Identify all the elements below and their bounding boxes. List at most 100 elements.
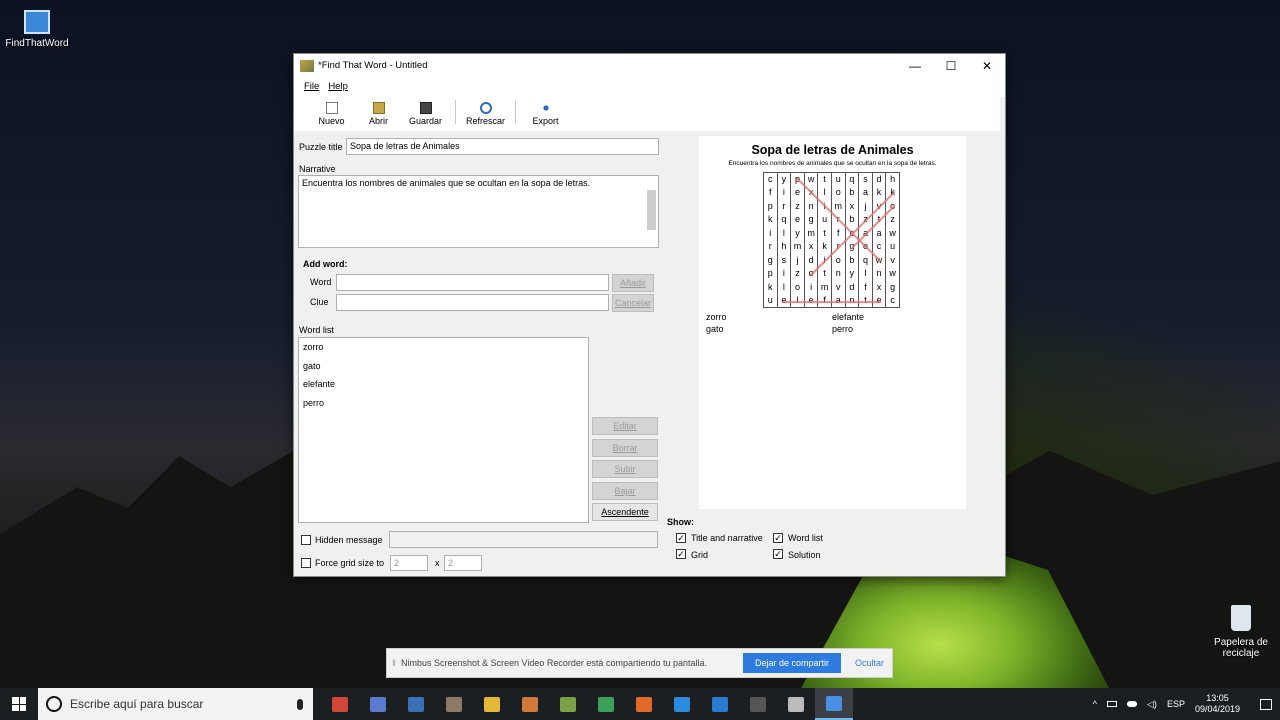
word-input[interactable]	[336, 274, 609, 291]
taskbar-app-glyph	[750, 696, 766, 712]
abrir-button[interactable]: Abrir	[355, 102, 402, 126]
taskbar-app-glyph	[522, 696, 538, 712]
solution-checkbox[interactable]: ✓	[773, 549, 783, 559]
word-list-item[interactable]: perro	[303, 398, 584, 417]
clue-input[interactable]	[336, 294, 609, 311]
clock-date: 09/04/2019	[1194, 704, 1240, 714]
app-icon-4[interactable]	[435, 688, 473, 720]
ascendente-button[interactable]: Ascendente	[592, 503, 658, 521]
nuevo-button[interactable]: Nuevo	[308, 102, 355, 126]
hidden-message-input[interactable]	[389, 531, 658, 548]
export-label: Export	[532, 116, 559, 126]
app-icon-7[interactable]	[549, 688, 587, 720]
firefox-icon[interactable]	[625, 688, 663, 720]
new-file-icon	[325, 102, 338, 114]
drag-handle-icon[interactable]: ‖	[387, 658, 401, 668]
language-indicator[interactable]: ESP	[1167, 699, 1185, 709]
add-word-label: Add word:	[303, 259, 348, 269]
taskbar-app-glyph	[484, 696, 500, 712]
export-icon	[539, 102, 552, 114]
taskbar-search[interactable]: Escribe aquí para buscar	[38, 688, 313, 720]
grid-width-spinner[interactable]: 2	[390, 555, 428, 571]
file-explorer-icon[interactable]	[473, 688, 511, 720]
title-narrative-checkbox[interactable]: ✓	[676, 533, 686, 543]
puzzle-title-input[interactable]: Sopa de letras de Animales	[346, 138, 659, 155]
narrative-label: Narrative	[299, 164, 336, 174]
word-list-item[interactable]: gato	[303, 361, 584, 380]
grid-checkbox[interactable]: ✓	[676, 549, 686, 559]
app-icon-1[interactable]	[321, 688, 359, 720]
word-list-item[interactable]: elefante	[303, 379, 584, 398]
grid-times-label: x	[435, 558, 440, 568]
notifications-icon[interactable]	[1260, 698, 1272, 710]
narrative-textarea[interactable]: Encuentra los nombres de animales que se…	[298, 175, 659, 248]
open-folder-icon	[372, 102, 385, 114]
start-button[interactable]	[0, 688, 38, 720]
editar-button[interactable]: Editar	[592, 417, 658, 435]
guardar-label: Guardar	[408, 116, 443, 126]
narrative-scrollbar[interactable]	[647, 190, 656, 230]
grid-height-spinner[interactable]: 2	[444, 555, 482, 571]
taskbar-app-glyph	[332, 696, 348, 712]
force-grid-checkbox[interactable]	[301, 558, 311, 568]
battery-icon[interactable]	[1107, 701, 1118, 707]
taskbar-app-glyph	[674, 696, 690, 712]
minimize-button[interactable]: —	[897, 54, 933, 77]
share-notification: ‖ Nimbus Screenshot & Screen Video Recor…	[386, 648, 893, 678]
preview-words-col1: zorro gato	[706, 311, 727, 335]
preview-title: Sopa de letras de Animales	[751, 143, 914, 157]
solution-lines	[782, 177, 896, 304]
menu-file[interactable]: File	[304, 81, 319, 92]
app-icon-6[interactable]	[511, 688, 549, 720]
guardar-button[interactable]: Guardar	[402, 102, 449, 126]
hide-notification-button[interactable]: Ocultar	[847, 658, 892, 668]
recycle-bin-icon	[1231, 605, 1251, 631]
word-list-label: Word list	[299, 325, 334, 335]
microphone-icon[interactable]	[297, 698, 303, 710]
clock[interactable]: 13:05 09/04/2019	[1195, 693, 1240, 715]
cancelar-button[interactable]: Cancelar	[612, 294, 654, 312]
grid-show-label: Grid	[691, 550, 709, 560]
app-icon-12[interactable]	[739, 688, 777, 720]
borrar-button[interactable]: Borrar	[592, 439, 658, 457]
gamepad-icon[interactable]	[777, 688, 815, 720]
app-icon-2[interactable]	[359, 688, 397, 720]
refrescar-button[interactable]: Refrescar	[462, 102, 509, 126]
app-icon-11[interactable]	[701, 688, 739, 720]
findthatword-taskbar-icon[interactable]	[815, 688, 853, 720]
chrome-icon[interactable]	[587, 688, 625, 720]
taskbar-app-glyph	[370, 696, 386, 712]
clue-label: Clue	[310, 297, 329, 307]
close-button[interactable]: ✕	[969, 54, 1005, 77]
hidden-message-checkbox[interactable]	[301, 535, 311, 545]
toolbar-separator	[515, 99, 516, 124]
onedrive-icon[interactable]	[1127, 701, 1138, 707]
taskbar: Escribe aquí para buscar ^ ◁) ESP 13:05 0…	[0, 688, 1280, 720]
anadir-button[interactable]: Añadir	[612, 274, 654, 292]
menu-help[interactable]: Help	[328, 81, 348, 92]
volume-icon[interactable]: ◁)	[1147, 699, 1157, 710]
nuevo-label: Nuevo	[318, 116, 345, 126]
stop-sharing-button[interactable]: Dejar de compartir	[742, 653, 841, 673]
app-icon-3[interactable]	[397, 688, 435, 720]
maximize-button[interactable]: ☐	[933, 54, 969, 77]
search-placeholder: Escribe aquí para buscar	[70, 697, 204, 711]
word-list[interactable]: zorro gato elefante perro	[298, 337, 589, 523]
export-button[interactable]: Export	[522, 102, 569, 126]
subir-button[interactable]: Subir	[592, 460, 658, 478]
bajar-button[interactable]: Bajar	[592, 482, 658, 500]
app-icon-10[interactable]	[663, 688, 701, 720]
desktop-icon-recycle-bin[interactable]: Papelera de reciclaje	[1208, 605, 1274, 659]
system-tray: ^ ◁) ESP 13:05 09/04/2019	[1093, 693, 1280, 715]
word-list-checkbox[interactable]: ✓	[773, 533, 783, 543]
force-grid-label: Force grid size to	[315, 558, 385, 568]
word-label: Word	[310, 277, 332, 287]
hidden-message-label: Hidden message	[315, 535, 383, 545]
word-list-item[interactable]: zorro	[303, 342, 584, 361]
desktop-icon-findthatword[interactable]: FindThatWord	[4, 10, 70, 49]
title-bar[interactable]: *Find That Word - Untitled — ☐ ✕	[294, 54, 1005, 77]
tray-chevron-icon[interactable]: ^	[1093, 699, 1097, 709]
puzzle-title-label: Puzzle title	[299, 142, 343, 152]
app-window: *Find That Word - Untitled — ☐ ✕ File He…	[293, 53, 1006, 577]
clock-time: 13:05	[1206, 693, 1229, 703]
